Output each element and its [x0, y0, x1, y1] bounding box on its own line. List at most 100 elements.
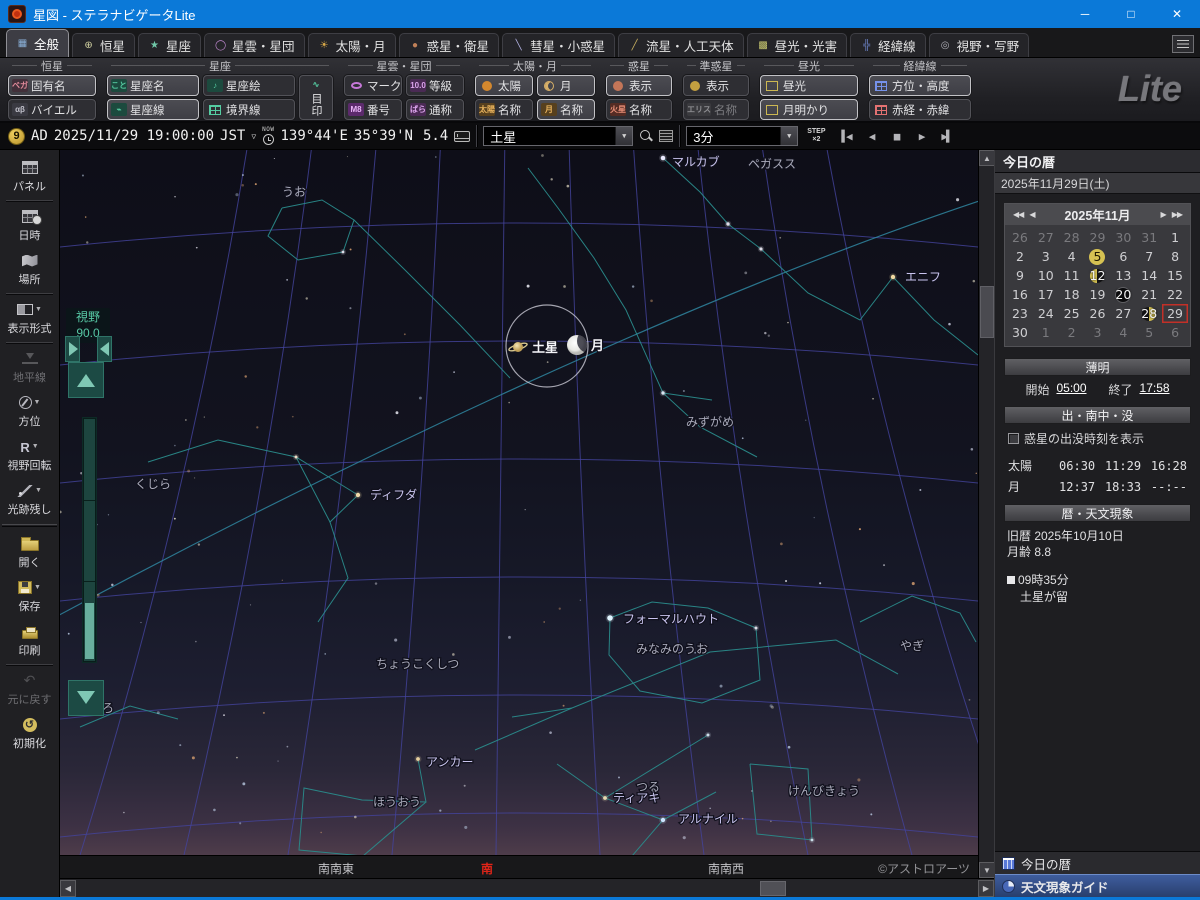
calendar-day-4[interactable]: 4: [1059, 247, 1085, 266]
fov-slider-handle-left[interactable]: [65, 336, 80, 362]
tab-planets[interactable]: ●惑星・衛星: [399, 33, 500, 57]
ribbon-button-境界線[interactable]: 境界線: [203, 99, 295, 120]
calendar-day-2[interactable]: 2: [1007, 247, 1033, 266]
ribbon-button-名称[interactable]: 月名称: [537, 99, 595, 120]
fov-zoom-out-button[interactable]: [68, 680, 104, 716]
planet-riseset-checkbox[interactable]: [1008, 433, 1019, 444]
bright-star[interactable]: [707, 734, 710, 737]
calendar-day-26[interactable]: 26: [1007, 228, 1033, 247]
calendar-day-10[interactable]: 10: [1033, 266, 1059, 285]
ribbon-menu-button[interactable]: [1172, 35, 1194, 53]
calendar-day-2[interactable]: 2: [1059, 323, 1085, 342]
ribbon-button-マーク[interactable]: マーク: [344, 75, 402, 96]
calendar-day-29[interactable]: 29: [1085, 228, 1111, 247]
object-list-icon[interactable]: [659, 130, 673, 142]
ribbon-button-等級[interactable]: 10.0等級: [406, 75, 464, 96]
ribbon-button-表示[interactable]: 表示: [683, 75, 749, 96]
magnitude-stepper-icon[interactable]: [454, 131, 470, 142]
ribbon-button-目印[interactable]: ∿目印: [299, 75, 333, 120]
calendar-day-17[interactable]: 17: [1033, 285, 1059, 304]
calendar-day-1[interactable]: 1: [1162, 228, 1188, 247]
calendar-day-3[interactable]: 3: [1033, 247, 1059, 266]
tab-general[interactable]: ▦全般: [6, 29, 69, 57]
ribbon-button-方位・高度[interactable]: 方位・高度: [869, 75, 971, 96]
calendar-day-28[interactable]: 28: [1136, 304, 1162, 323]
calendar-day-1[interactable]: 1: [1033, 323, 1059, 342]
ribbon-button-バイエル[interactable]: αβバイエル: [8, 99, 96, 120]
toolbar-item-場所[interactable]: 場所: [0, 247, 59, 291]
twilight-end-time[interactable]: 17:58: [1140, 381, 1170, 398]
ribbon-button-表示[interactable]: 表示: [606, 75, 672, 96]
minimize-button[interactable]: ─: [1062, 0, 1108, 28]
bright-star[interactable]: [603, 796, 607, 800]
bright-star[interactable]: [755, 627, 758, 630]
calendar-day-12[interactable]: 12: [1085, 266, 1111, 285]
tab-fov[interactable]: ◎視野・写野: [929, 33, 1030, 57]
bright-star[interactable]: [759, 247, 762, 250]
ribbon-button-赤経・赤緯[interactable]: 赤経・赤緯: [869, 99, 971, 120]
toolbar-item-視野回転[interactable]: ▼視野回転: [0, 433, 59, 477]
ribbon-button-月[interactable]: 月: [537, 75, 595, 96]
playback-back-button[interactable]: ◀: [860, 126, 885, 146]
calendar-day-30[interactable]: 30: [1007, 323, 1033, 342]
ribbon-button-星座線[interactable]: ⌁星座線: [107, 99, 199, 120]
toolbar-item-印刷[interactable]: 印刷: [0, 618, 59, 662]
bright-star[interactable]: [356, 493, 360, 497]
object-label[interactable]: 月: [590, 338, 604, 353]
sidebar-tab-今日の暦[interactable]: 今日の暦: [995, 851, 1200, 874]
ribbon-button-通称[interactable]: ばら通称: [406, 99, 464, 120]
bright-star[interactable]: [661, 156, 666, 161]
calendar-day-14[interactable]: 14: [1136, 266, 1162, 285]
bright-star[interactable]: [891, 275, 895, 279]
calendar-day-21[interactable]: 21: [1136, 285, 1162, 304]
tab-gridlines[interactable]: ╬経緯線: [850, 33, 926, 57]
horizontal-scroll-thumb[interactable]: [760, 881, 786, 896]
playback-play-button[interactable]: ▶: [910, 126, 935, 146]
calendar-day-7[interactable]: 7: [1136, 247, 1162, 266]
timezone-label[interactable]: JST: [220, 128, 245, 144]
ribbon-button-月明かり[interactable]: 月明かり: [760, 99, 858, 120]
longitude-value[interactable]: 139°44'E: [280, 128, 347, 144]
calendar-day-28[interactable]: 28: [1059, 228, 1085, 247]
timezone-dropdown-icon[interactable]: ▽: [251, 132, 256, 141]
calendar-day-16[interactable]: 16: [1007, 285, 1033, 304]
calendar-day-8[interactable]: 8: [1162, 247, 1188, 266]
bright-star[interactable]: [416, 757, 420, 761]
datetime-value[interactable]: 2025/11/29 19:00:00: [54, 128, 214, 144]
bright-star[interactable]: [661, 818, 665, 822]
calendar-day-5[interactable]: 5: [1136, 323, 1162, 342]
fov-zoom-in-button[interactable]: [68, 362, 104, 398]
scroll-down-button[interactable]: ▼: [979, 862, 995, 878]
scroll-up-button[interactable]: ▲: [979, 150, 995, 166]
vertical-scroll-thumb[interactable]: [980, 286, 994, 338]
calendar-day-18[interactable]: 18: [1059, 285, 1085, 304]
calendar-day-3[interactable]: 3: [1085, 323, 1111, 342]
playback-last-button[interactable]: ▶▌: [935, 126, 960, 146]
sidebar-tab-天文現象ガイド[interactable]: 天文現象ガイド: [995, 874, 1200, 897]
bright-star[interactable]: [607, 615, 613, 621]
calendar-day-4[interactable]: 4: [1110, 323, 1136, 342]
bright-star[interactable]: [811, 839, 814, 842]
calendar-day-25[interactable]: 25: [1059, 304, 1085, 323]
tab-constellations[interactable]: ★星座: [138, 33, 201, 57]
scroll-right-button[interactable]: ▶: [978, 880, 994, 897]
toolbar-item-表示形式[interactable]: ▼表示形式: [0, 296, 59, 340]
calendar-day-26[interactable]: 26: [1085, 304, 1111, 323]
calendar-day-15[interactable]: 15: [1162, 266, 1188, 285]
tab-daylight[interactable]: ▩昼光・光害: [747, 33, 848, 57]
calendar-day-27[interactable]: 27: [1110, 304, 1136, 323]
calendar-day-22[interactable]: 22: [1162, 285, 1188, 304]
bright-star[interactable]: [661, 391, 664, 394]
calendar-prev-month-button[interactable]: ◀: [1026, 210, 1037, 219]
calendar-day-24[interactable]: 24: [1033, 304, 1059, 323]
toolbar-item-保存[interactable]: ▼保存: [0, 574, 59, 618]
calendar-day-19[interactable]: 19: [1085, 285, 1111, 304]
bright-star[interactable]: [295, 456, 298, 459]
now-button[interactable]: NOW: [262, 127, 274, 145]
target-combo-dropdown[interactable]: ▼: [615, 127, 632, 145]
ribbon-button-名称[interactable]: エリス名称: [683, 99, 749, 120]
ribbon-button-昼光[interactable]: 昼光: [760, 75, 858, 96]
toolbar-item-日時[interactable]: 日時: [0, 203, 59, 247]
target-combo[interactable]: 土星 ▼: [483, 126, 633, 146]
playback-stop-button[interactable]: ■: [885, 126, 910, 146]
